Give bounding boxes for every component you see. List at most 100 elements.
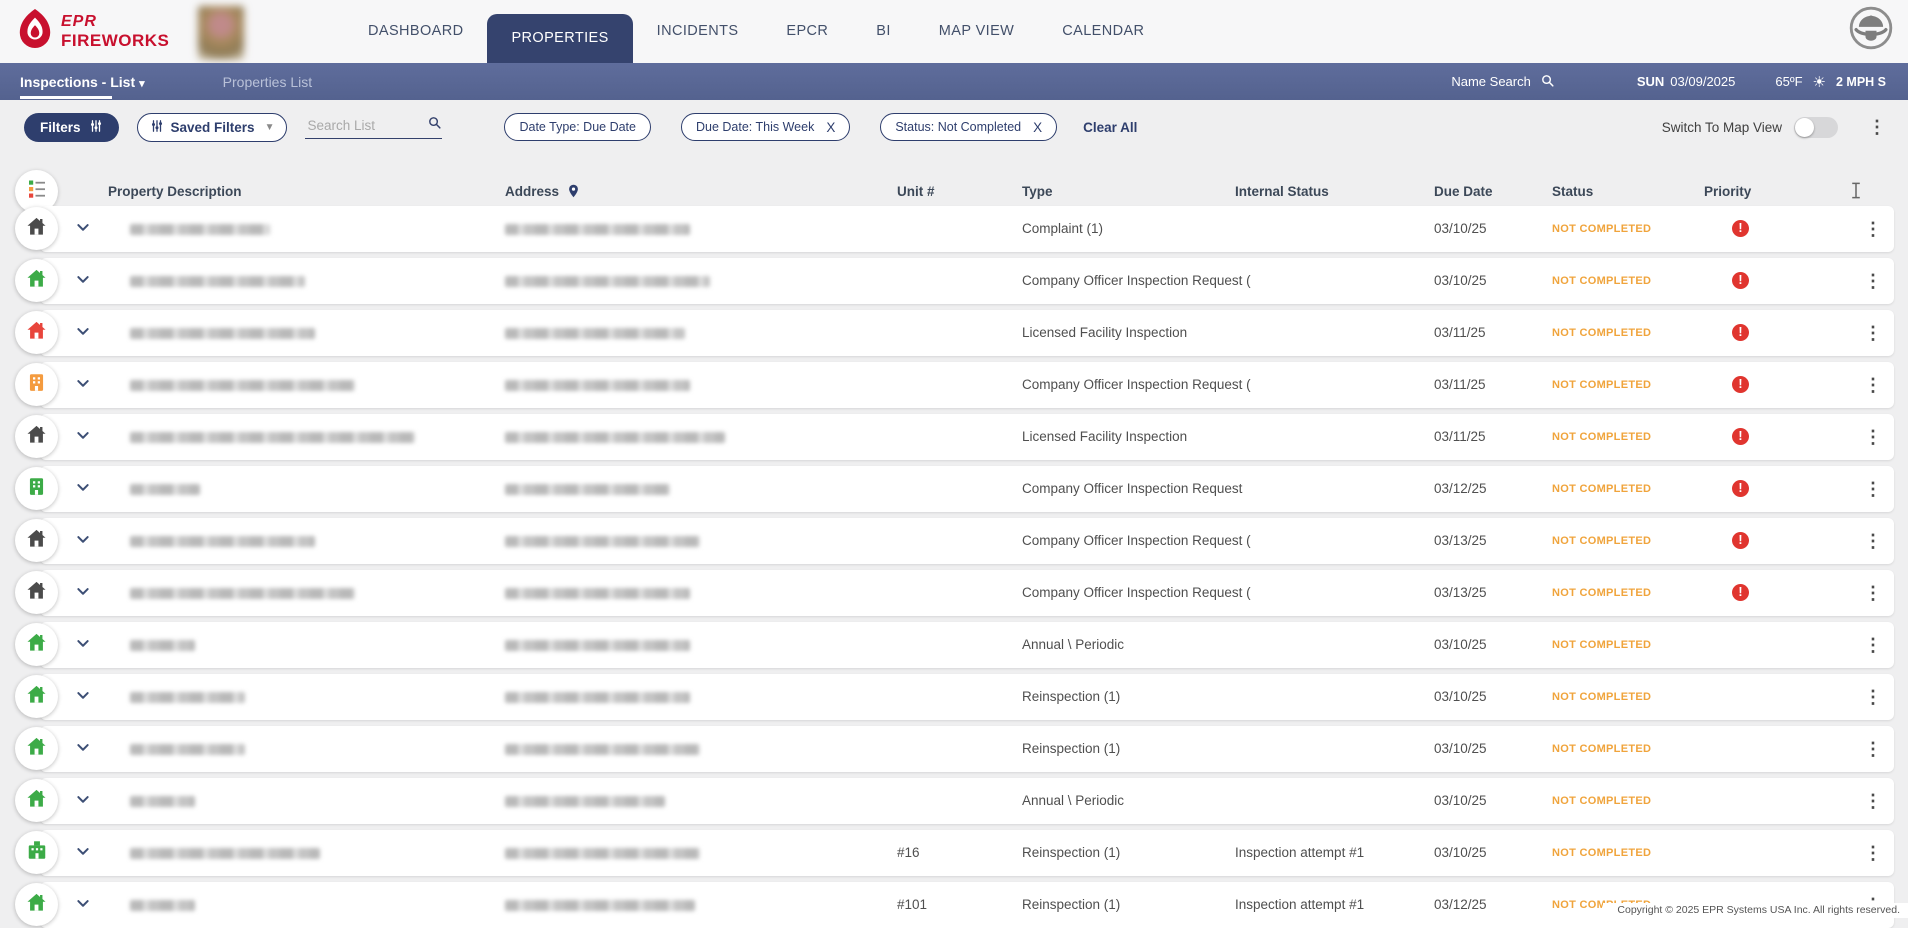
expand-row-chevron-icon[interactable] [76, 586, 90, 598]
nav-tab-map-view[interactable]: MAP VIEW [915, 0, 1038, 63]
inspection-row-card[interactable]: #16 Reinspection (1) Inspection attempt … [40, 830, 1894, 876]
inspection-row-card[interactable]: Licensed Facility Inspection 03/11/25 NO… [40, 310, 1894, 356]
row-menu-button[interactable]: ⋮ [1858, 570, 1888, 616]
nav-tab-calendar[interactable]: CALENDAR [1038, 0, 1168, 63]
property-type-icon[interactable] [15, 415, 58, 458]
epr-fireworks-logo[interactable]: EPR FIREWORKS [16, 8, 169, 55]
property-type-icon[interactable] [15, 623, 58, 666]
expand-row-chevron-icon[interactable] [76, 378, 90, 390]
due-date: 03/10/25 [1434, 221, 1487, 236]
subnav-properties-list[interactable]: Properties List [223, 74, 312, 90]
nav-tab-epcr[interactable]: EPCR [762, 0, 852, 63]
property-description-redacted [130, 744, 245, 755]
active-subnav-underline [20, 95, 112, 99]
property-description-redacted [130, 224, 270, 235]
house-icon [25, 683, 48, 711]
inspection-row-card[interactable]: Complaint (1) 03/10/25 NOT COMPLETED ! ⋮ [40, 206, 1894, 252]
expand-row-chevron-icon[interactable] [76, 846, 90, 858]
table-row: Company Officer Inspection Request ( 03/… [0, 570, 1908, 616]
house-icon [25, 423, 48, 451]
inspection-row-card[interactable]: Company Officer Inspection Request ( 03/… [40, 362, 1894, 408]
row-menu-button[interactable]: ⋮ [1858, 518, 1888, 564]
property-type-icon[interactable] [15, 831, 58, 874]
expand-row-chevron-icon[interactable] [76, 898, 90, 910]
address-redacted [505, 536, 700, 547]
priority-icon: ! [1732, 428, 1749, 445]
nav-tab-properties[interactable]: PROPERTIES [487, 14, 633, 63]
property-type-icon[interactable] [15, 207, 58, 250]
property-description-redacted [130, 848, 320, 859]
property-type-icon[interactable] [15, 675, 58, 718]
property-type-icon[interactable] [15, 571, 58, 614]
status-badge: NOT COMPLETED [1552, 379, 1652, 391]
property-description-redacted [130, 484, 200, 495]
inspection-type: Company Officer Inspection Request ( [1022, 273, 1251, 288]
property-type-icon[interactable] [15, 259, 58, 302]
user-avatar-button[interactable] [1848, 6, 1894, 53]
row-menu-button[interactable]: ⋮ [1858, 466, 1888, 512]
expand-row-chevron-icon[interactable] [76, 326, 90, 338]
house-icon [25, 267, 48, 295]
logo-fireworks-text: FIREWORKS [61, 31, 170, 50]
expand-row-chevron-icon[interactable] [76, 482, 90, 494]
row-menu-button[interactable]: ⋮ [1858, 830, 1888, 876]
row-menu-button[interactable]: ⋮ [1858, 674, 1888, 720]
expand-row-chevron-icon[interactable] [76, 430, 90, 442]
inspection-row-card[interactable]: Company Officer Inspection Request ( 03/… [40, 518, 1894, 564]
nav-tab-incidents[interactable]: INCIDENTS [633, 0, 763, 63]
status-badge: NOT COMPLETED [1552, 223, 1652, 235]
priority-icon: ! [1732, 532, 1749, 549]
inspection-row-card[interactable]: Company Officer Inspection Request ( 03/… [40, 570, 1894, 616]
name-search-button[interactable]: Name Search [1451, 73, 1554, 91]
row-menu-button[interactable]: ⋮ [1858, 362, 1888, 408]
hotel-building-icon [26, 839, 48, 866]
nav-tab-bi[interactable]: BI [852, 0, 915, 63]
inspection-row-card[interactable]: Company Officer Inspection Request 03/12… [40, 466, 1894, 512]
inspection-row-card[interactable]: Annual \ Periodic 03/10/25 NOT COMPLETED… [40, 622, 1894, 668]
inspection-row-card[interactable]: Annual \ Periodic 03/10/25 NOT COMPLETED… [40, 778, 1894, 824]
property-type-icon[interactable] [15, 467, 58, 510]
expand-row-chevron-icon[interactable] [76, 690, 90, 702]
expand-row-chevron-icon[interactable] [76, 274, 90, 286]
row-menu-button[interactable]: ⋮ [1858, 258, 1888, 304]
table-row: Reinspection (1) 03/10/25 NOT COMPLETED … [0, 726, 1908, 772]
property-type-icon[interactable] [15, 363, 58, 406]
row-menu-button[interactable]: ⋮ [1858, 778, 1888, 824]
expand-row-chevron-icon[interactable] [76, 638, 90, 650]
inspection-row-card[interactable]: Reinspection (1) 03/10/25 NOT COMPLETED … [40, 674, 1894, 720]
inspections-table-body: Complaint (1) 03/10/25 NOT COMPLETED ! ⋮… [0, 100, 1908, 928]
agency-logo-image-blurred [198, 6, 244, 60]
address-redacted [505, 328, 685, 339]
expand-row-chevron-icon[interactable] [76, 222, 90, 234]
address-redacted [505, 692, 690, 703]
inspection-row-card[interactable]: Licensed Facility Inspection 03/11/25 NO… [40, 414, 1894, 460]
inspection-type: Company Officer Inspection Request ( [1022, 377, 1251, 392]
search-icon [1540, 73, 1555, 91]
row-menu-button[interactable]: ⋮ [1858, 726, 1888, 772]
nav-tab-dashboard[interactable]: DASHBOARD [344, 0, 487, 63]
row-menu-button[interactable]: ⋮ [1858, 414, 1888, 460]
subnav-inspections-list[interactable]: Inspections - List ▾ [20, 74, 145, 99]
row-menu-button[interactable]: ⋮ [1858, 310, 1888, 356]
property-type-icon[interactable] [15, 311, 58, 354]
unit-number: #16 [897, 845, 920, 860]
property-type-icon[interactable] [15, 727, 58, 770]
expand-row-chevron-icon[interactable] [76, 794, 90, 806]
expand-row-chevron-icon[interactable] [76, 742, 90, 754]
due-date: 03/12/25 [1434, 897, 1487, 912]
row-menu-button[interactable]: ⋮ [1858, 206, 1888, 252]
inspection-row-card[interactable]: Company Officer Inspection Request ( 03/… [40, 258, 1894, 304]
status-badge: NOT COMPLETED [1552, 327, 1652, 339]
inspection-type: Reinspection (1) [1022, 741, 1121, 756]
property-type-icon[interactable] [15, 883, 58, 926]
name-search-label: Name Search [1451, 74, 1531, 89]
inspection-type: Reinspection (1) [1022, 845, 1121, 860]
row-menu-button[interactable]: ⋮ [1858, 622, 1888, 668]
property-type-icon[interactable] [15, 779, 58, 822]
status-badge: NOT COMPLETED [1552, 691, 1652, 703]
status-badge: NOT COMPLETED [1552, 431, 1652, 443]
property-type-icon[interactable] [15, 519, 58, 562]
current-date: 03/09/2025 [1670, 74, 1736, 89]
inspection-row-card[interactable]: Reinspection (1) 03/10/25 NOT COMPLETED … [40, 726, 1894, 772]
expand-row-chevron-icon[interactable] [76, 534, 90, 546]
